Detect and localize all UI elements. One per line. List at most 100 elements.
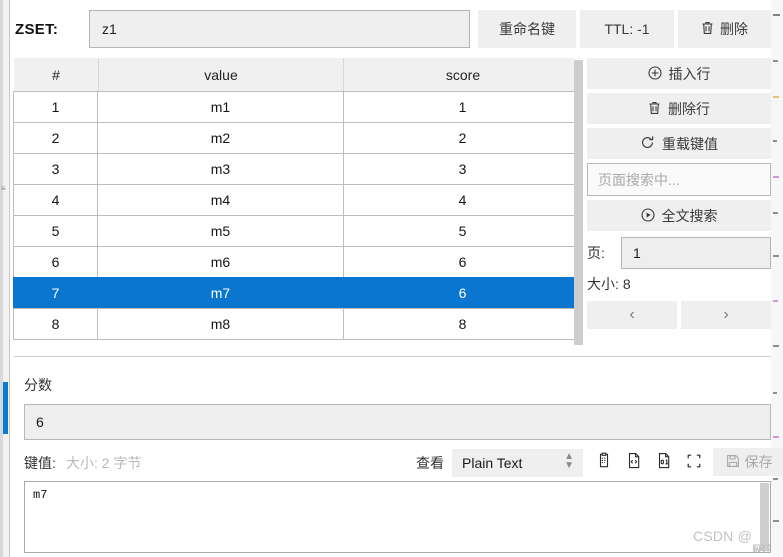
page-size-value: 8 xyxy=(622,276,631,292)
row-score-cell[interactable]: 4 xyxy=(343,184,582,216)
delete-key-label: 删除 xyxy=(720,21,748,37)
left-edge-marker: ≡ xyxy=(1,184,6,193)
row-value-cell[interactable]: m8 xyxy=(97,308,344,340)
key-name-value: z1 xyxy=(102,21,117,37)
save-value-button[interactable]: 保存 xyxy=(713,448,783,476)
reload-key-button[interactable]: 重载键值 xyxy=(587,128,771,159)
fulltext-search-button[interactable]: 全文搜索 xyxy=(587,200,771,231)
table-body: 1 m1 1 2 m2 2 3 m3 3 4 m4 4 5 m5 5 6 m6 6 7 m7 6 8 m8 8 xyxy=(13,91,582,340)
plus-circle-icon xyxy=(647,65,662,82)
row-value-cell[interactable]: m6 xyxy=(97,246,344,278)
chevron-right-icon: › xyxy=(723,306,729,323)
row-index-cell[interactable]: 8 xyxy=(13,308,98,340)
column-header-score[interactable]: score xyxy=(344,58,582,91)
delete-key-button[interactable]: 删除 xyxy=(678,10,771,48)
view-mode-label: 查看 xyxy=(416,455,444,471)
row-index-cell[interactable]: 3 xyxy=(13,153,98,185)
column-header-value[interactable]: value xyxy=(98,58,344,91)
row-value-cell[interactable]: m5 xyxy=(97,215,344,247)
ttl-button[interactable]: TTL: -1 xyxy=(580,10,674,48)
row-index-cell[interactable]: 1 xyxy=(13,91,98,123)
left-window-edge: ≡ xyxy=(0,0,10,557)
view-as-code-button[interactable] xyxy=(620,448,648,476)
row-score-cell[interactable]: 5 xyxy=(343,215,582,247)
insert-row-button[interactable]: 插入行 xyxy=(587,58,771,89)
watermark-prefix: CSDN @ xyxy=(693,528,752,544)
row-score-cell[interactable]: 1 xyxy=(343,91,582,123)
chevron-left-icon: ‹ xyxy=(629,306,635,323)
insert-row-label: 插入行 xyxy=(668,65,711,82)
row-index-cell[interactable]: 7 xyxy=(13,277,98,309)
next-page-button[interactable]: › xyxy=(681,301,771,329)
score-field-input[interactable]: 6 xyxy=(24,404,771,440)
rename-key-button[interactable]: 重命名键 xyxy=(478,10,576,48)
page-search-input[interactable]: 页面搜索中... xyxy=(587,163,771,196)
section-divider xyxy=(14,356,771,357)
expand-value-button[interactable] xyxy=(680,448,708,476)
value-size-text: 大小: 2 字节 xyxy=(66,455,142,471)
csdn-watermark: CSDN @囮苓簏笪籆苓綫风等磨等罐等魏囮苓簏笪籆苓綫 xyxy=(693,528,770,552)
chevron-updown-icon: ▲ ▼ xyxy=(564,451,574,471)
app-root: ≡ ZSET: z1 重命名键 TTL: -1 删除 # value score… xyxy=(0,0,783,557)
refresh-icon xyxy=(640,135,655,152)
binary-file-icon xyxy=(656,452,672,472)
page-label: 页: xyxy=(587,245,605,261)
row-index-cell[interactable]: 4 xyxy=(13,184,98,216)
reload-key-label: 重载键值 xyxy=(662,135,718,152)
view-as-binary-button[interactable] xyxy=(650,448,678,476)
delete-row-label: 删除行 xyxy=(668,100,710,117)
key-type-label: ZSET: xyxy=(15,21,59,38)
play-circle-icon xyxy=(640,207,655,224)
row-value-cell[interactable]: m1 xyxy=(97,91,344,123)
page-size-label: 大小: xyxy=(587,276,619,292)
row-score-cell[interactable]: 8 xyxy=(343,308,582,340)
delete-row-button[interactable]: 删除行 xyxy=(587,93,771,124)
pagination-nav: ‹ › xyxy=(587,301,771,329)
row-score-cell[interactable]: 3 xyxy=(343,153,582,185)
left-scroll-thumb[interactable] xyxy=(3,382,8,434)
score-field-label: 分数 xyxy=(24,377,52,393)
table-row[interactable]: 4 m4 4 xyxy=(13,184,582,216)
value-textarea[interactable]: m7 CSDN @囮苓簏笪籆苓綫风等磨等罐等魏囮苓簏笪籆苓綫 xyxy=(24,481,771,553)
table-row[interactable]: 8 m8 8 xyxy=(13,308,582,340)
ttl-label: TTL: -1 xyxy=(604,21,650,37)
fulltext-search-label: 全文搜索 xyxy=(661,207,718,224)
floppy-disk-icon xyxy=(726,454,740,471)
table-row[interactable]: 3 m3 3 xyxy=(13,153,582,185)
key-name-input[interactable]: z1 xyxy=(89,10,470,48)
row-score-cell[interactable]: 6 xyxy=(343,277,582,309)
page-number-input[interactable]: 1 xyxy=(621,237,771,269)
row-index-cell[interactable]: 2 xyxy=(13,122,98,154)
value-key-label: 键值: xyxy=(24,455,56,471)
table-scrollbar[interactable] xyxy=(574,59,583,346)
format-select-value: Plain Text xyxy=(462,455,523,471)
column-header-index[interactable]: # xyxy=(14,58,98,91)
table-row[interactable]: 7 m7 6 xyxy=(13,277,582,309)
row-value-cell[interactable]: m3 xyxy=(97,153,344,185)
format-select[interactable]: Plain Text ▲ ▼ xyxy=(452,449,583,477)
row-index-cell[interactable]: 5 xyxy=(13,215,98,247)
row-score-cell[interactable]: 6 xyxy=(343,246,582,278)
rename-key-label: 重命名键 xyxy=(499,21,555,37)
prev-page-button[interactable]: ‹ xyxy=(587,301,677,329)
row-index-cell[interactable]: 6 xyxy=(13,246,98,278)
row-value-cell[interactable]: m2 xyxy=(97,122,344,154)
fullscreen-icon xyxy=(686,453,702,472)
table-row[interactable]: 5 m5 5 xyxy=(13,215,582,247)
save-value-label: 保存 xyxy=(744,454,773,470)
trash-icon xyxy=(648,101,661,117)
code-file-icon xyxy=(626,452,642,472)
row-value-cell[interactable]: m4 xyxy=(97,184,344,216)
score-field-value: 6 xyxy=(36,414,44,430)
table-row[interactable]: 2 m2 2 xyxy=(13,122,582,154)
table-row[interactable]: 1 m1 1 xyxy=(13,91,582,123)
page-search-placeholder: 页面搜索中... xyxy=(598,171,680,188)
table-scroll-thumb[interactable] xyxy=(574,60,583,345)
left-scroll-track[interactable] xyxy=(0,0,3,557)
copy-value-button[interactable] xyxy=(590,448,618,476)
row-value-cell[interactable]: m7 xyxy=(97,277,344,309)
trash-icon xyxy=(701,21,714,37)
table-row[interactable]: 6 m6 6 xyxy=(13,246,582,278)
row-score-cell[interactable]: 2 xyxy=(343,122,582,154)
value-meta-row: 键值: 大小: 2 字节 查看 Plain Text ▲ ▼ 保存 xyxy=(24,448,783,477)
